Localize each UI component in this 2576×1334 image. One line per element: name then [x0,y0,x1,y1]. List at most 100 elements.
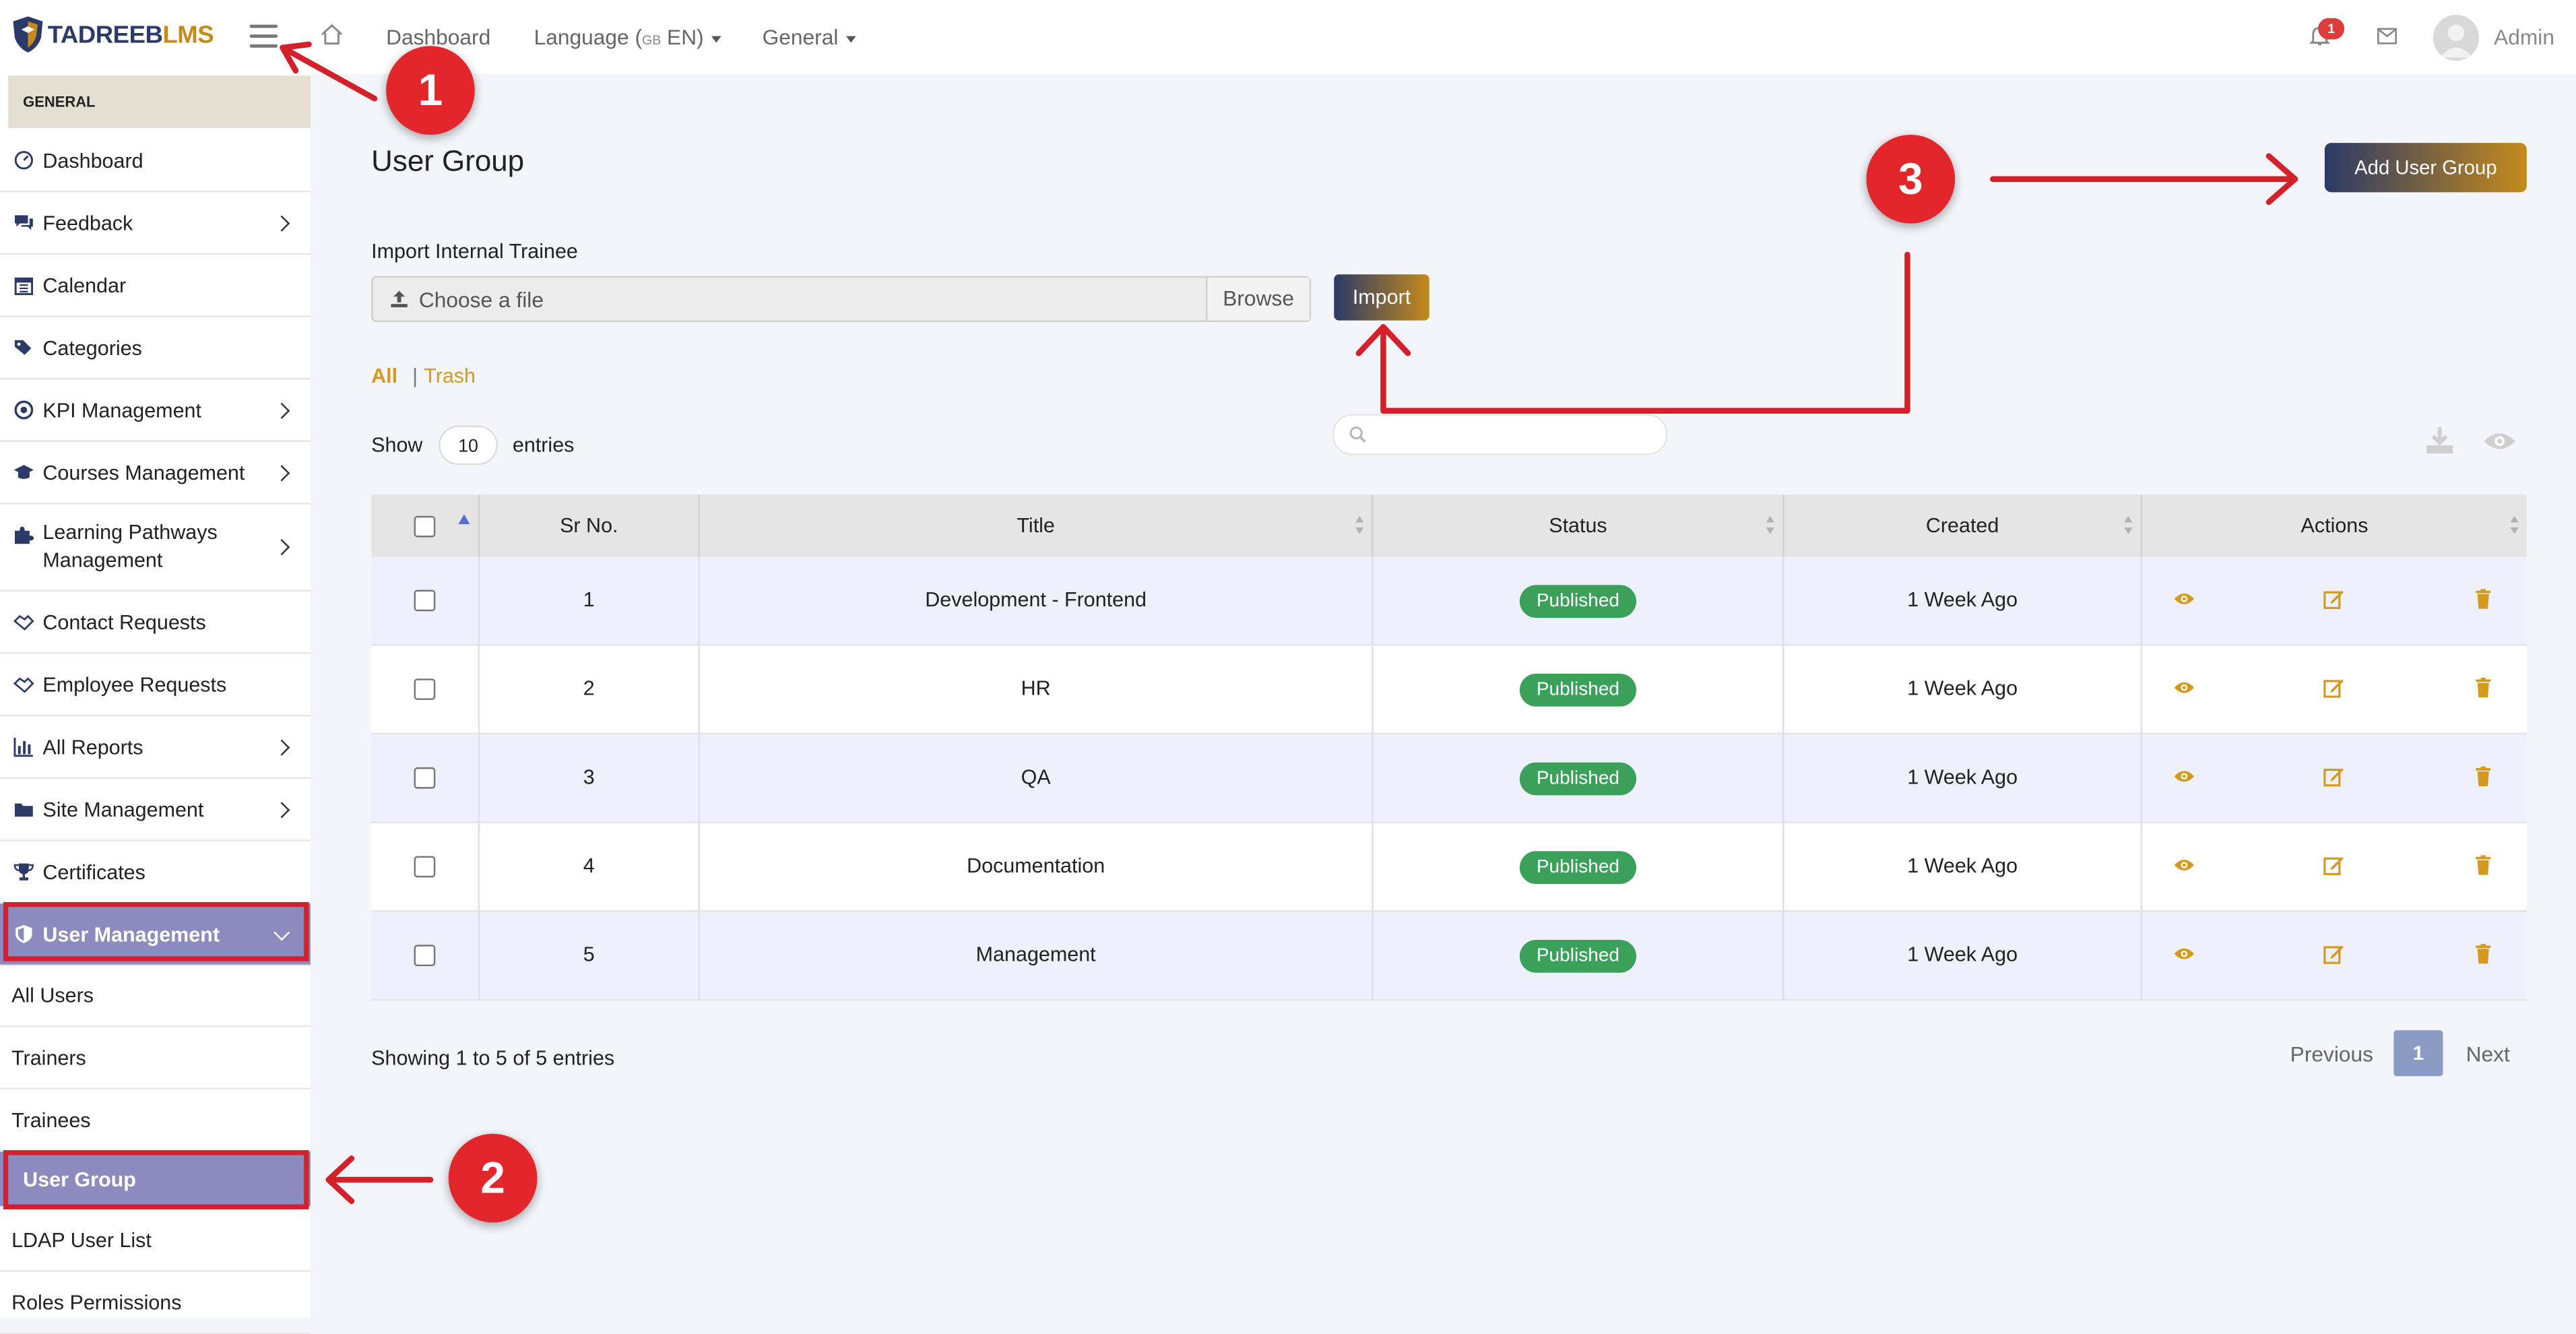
sidebar-item-certificates[interactable]: Certificates [0,841,311,904]
avatar[interactable] [2433,14,2480,61]
sidebar-item-contact-requests[interactable]: Contact Requests [0,592,311,654]
logo[interactable]: TADREEBLMS [11,15,214,55]
edit-icon[interactable] [2323,765,2344,787]
column-actions-label: Actions [2300,514,2369,538]
column-title[interactable]: Title [700,495,1374,557]
edit-icon[interactable] [2323,854,2344,876]
sidebar-item-employee-requests[interactable]: Employee Requests [0,654,311,717]
trash-icon[interactable] [2472,943,2494,965]
search-input[interactable] [1332,414,1668,455]
sidebar-item-all-reports[interactable]: All Reports [0,716,311,779]
sidebar-item-label: Trainers [11,1046,86,1069]
cell-status: Published [1374,823,1784,912]
sidebar: GENERAL Dashboard Feedback Calendar Cate… [0,73,311,1334]
sidebar-item-learning-pathways[interactable]: Learning Pathways Management [0,505,311,592]
import-button[interactable]: Import [1334,274,1429,321]
sidebar-item-categories[interactable]: Categories [0,317,311,380]
sort-icon [1355,515,1364,534]
nav-language-dropdown[interactable]: Language (GB EN) [534,25,722,49]
trash-icon[interactable] [2472,588,2494,610]
chevron-right-icon [273,539,290,556]
cell-created: 1 Week Ago [1784,734,2143,823]
row-checkbox[interactable] [414,678,436,701]
row-checkbox[interactable] [414,590,436,612]
select-all-header[interactable] [371,495,480,557]
status-badge: Published [1520,673,1636,706]
view-icon[interactable] [2174,677,2195,699]
edit-icon[interactable] [2323,943,2344,965]
nav-dashboard[interactable]: Dashboard [386,25,490,50]
download-icon[interactable] [2425,426,2455,455]
cell-sr-no: 3 [480,734,700,823]
cell-sr-no: 1 [480,557,700,646]
edit-icon[interactable] [2323,588,2344,610]
view-icon[interactable] [2174,854,2195,876]
pagination-next[interactable]: Next [2466,1042,2510,1067]
sidebar-item-label: Calendar [42,274,127,297]
trophy-icon [13,863,34,881]
filter-all-link[interactable]: All [371,364,397,387]
highlight-box-user-group [3,1150,309,1209]
trash-icon[interactable] [2472,765,2494,787]
status-badge: Published [1520,939,1636,973]
add-user-group-button[interactable]: Add User Group [2324,143,2527,193]
view-icon[interactable] [2174,765,2195,787]
sidebar-subitem-all-users[interactable]: All Users [0,966,311,1027]
sidebar-item-label: Learning Pathways Management [42,521,218,572]
arrow-to-user-group [325,1155,434,1205]
sidebar-item-courses-management[interactable]: Courses Management [0,442,311,505]
row-checkbox[interactable] [414,767,436,790]
sidebar-item-dashboard[interactable]: Dashboard [0,130,311,193]
pagination-page[interactable]: 1 [2393,1030,2443,1077]
trash-icon[interactable] [2472,854,2494,876]
trash-icon[interactable] [2472,677,2494,699]
column-sr-no[interactable]: Sr No. [480,495,700,557]
sidebar-item-site-management[interactable]: Site Management [0,779,311,841]
user-name[interactable]: Admin [2494,25,2554,50]
row-checkbox[interactable] [414,945,436,967]
browse-button[interactable]: Browse [1206,278,1310,321]
view-icon[interactable] [2174,943,2195,965]
status-badge: Published [1520,584,1636,618]
column-created[interactable]: Created [1784,495,2143,557]
cell-actions [2142,734,2527,823]
select-all-checkbox[interactable] [414,516,436,538]
sidebar-subitem-ldap-user-list[interactable]: LDAP User List [0,1209,311,1272]
arrow-to-import-button [1355,251,1910,414]
eye-icon[interactable] [2482,431,2517,452]
sidebar-item-feedback[interactable]: Feedback [0,192,311,255]
home-icon[interactable] [321,23,344,46]
sidebar-item-label: Site Management [42,798,204,821]
nav-general-dropdown[interactable]: General [763,25,857,49]
pagination-previous[interactable]: Previous [2290,1042,2373,1067]
row-checkbox[interactable] [414,856,436,878]
mail-icon[interactable] [2377,28,2397,44]
filter-separator: | [412,364,418,388]
callout-2: 2 [448,1133,538,1223]
column-status[interactable]: Status [1374,495,1784,557]
view-icon[interactable] [2174,588,2195,610]
edit-icon[interactable] [2323,677,2344,699]
column-actions: Actions [2142,495,2527,557]
chevron-right-icon [273,801,290,818]
target-icon [14,400,34,420]
cell-title: HR [700,645,1374,735]
page-length-select[interactable]: 10 [439,425,498,466]
cell-title: Development - Frontend [700,557,1374,646]
sidebar-item-kpi-management[interactable]: KPI Management [0,379,311,443]
sidebar-subitem-roles-permissions[interactable]: Roles Permissions [0,1272,311,1334]
cell-actions [2142,823,2527,912]
cell-created: 1 Week Ago [1784,557,2143,646]
filter-trash-link[interactable]: Trash [424,364,476,387]
sidebar-item-calendar[interactable]: Calendar [0,255,311,317]
sort-icon [2124,515,2133,534]
sidebar-subitem-trainers[interactable]: Trainers [0,1027,311,1089]
menu-toggle-icon[interactable] [249,24,278,48]
row-select-cell [371,823,480,912]
sidebar-subitem-trainees[interactable]: Trainees [0,1089,311,1152]
sidebar-section-general: GENERAL [8,75,311,129]
upload-icon [391,290,408,308]
table-row: 1 Development - Frontend Published 1 Wee… [371,557,2527,646]
file-input[interactable]: Choose a file Browse [371,276,1312,323]
comments-icon [14,215,33,230]
